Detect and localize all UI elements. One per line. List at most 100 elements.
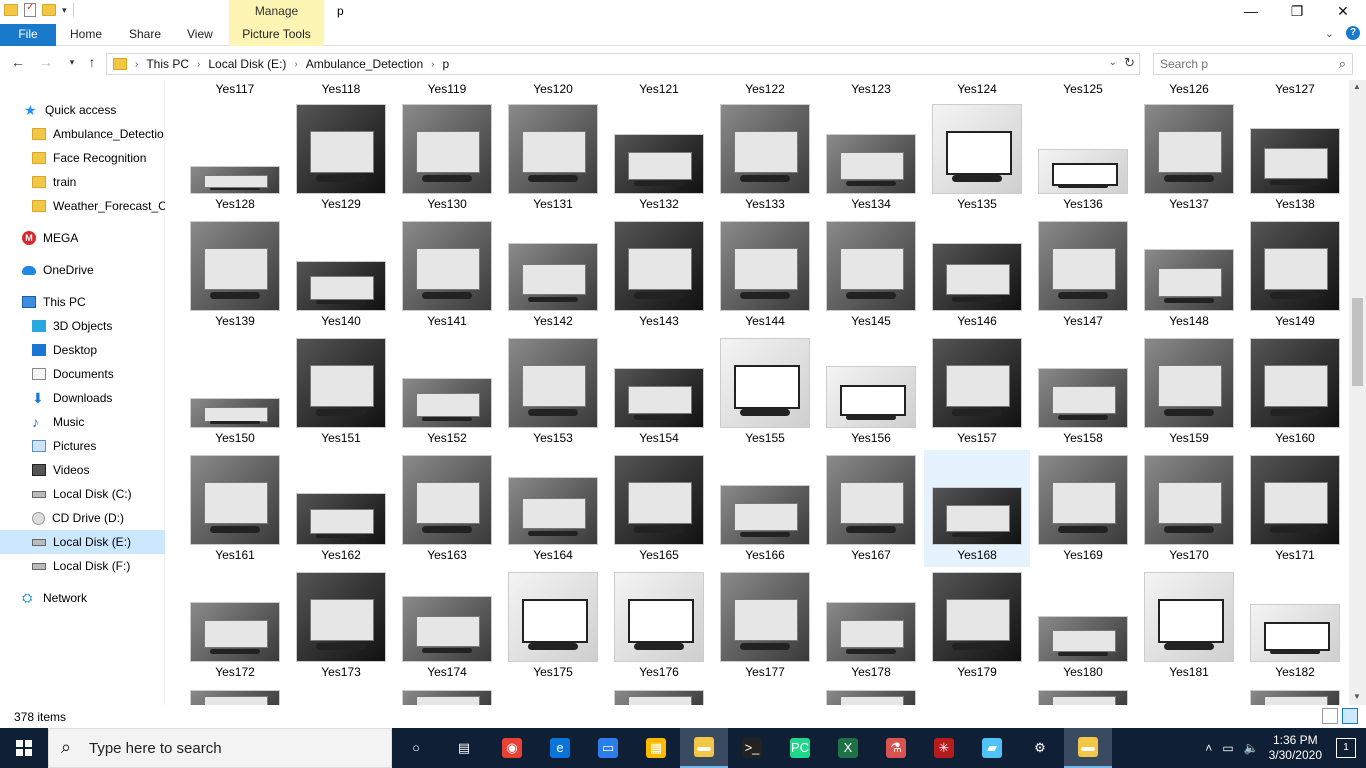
nav-item[interactable]: Ambulance_Detectio — [0, 122, 165, 146]
file-tile[interactable]: Yes150 — [182, 333, 288, 450]
file-label[interactable]: Yes121 — [606, 82, 712, 96]
file-tile[interactable]: Yes159 — [1136, 333, 1242, 450]
tab-view[interactable]: View — [187, 24, 213, 46]
breadcrumb-ambulance-detection[interactable]: Ambulance_Detection — [306, 57, 423, 72]
file-tile[interactable]: Yes164 — [500, 450, 606, 567]
nav-item[interactable]: Desktop — [0, 338, 165, 362]
image-thumbnail[interactable] — [402, 378, 492, 428]
file-tile[interactable]: Yes179 — [924, 567, 1030, 684]
file-label[interactable]: Yes146 — [924, 314, 1030, 328]
image-thumbnail[interactable] — [1038, 368, 1128, 428]
recent-locations-chevron-icon[interactable]: ▾ — [62, 57, 82, 68]
image-thumbnail[interactable] — [508, 243, 598, 311]
image-thumbnail[interactable] — [296, 493, 386, 545]
file-label[interactable]: Yes137 — [1136, 197, 1242, 211]
file-tile[interactable]: Yes144 — [712, 216, 818, 333]
image-thumbnail[interactable] — [932, 572, 1022, 662]
image-thumbnail[interactable] — [1250, 128, 1340, 194]
file-label[interactable]: Yes174 — [394, 665, 500, 679]
file-label[interactable]: Yes181 — [1136, 665, 1242, 679]
image-thumbnail[interactable] — [508, 338, 598, 428]
nav-item[interactable]: ⬇ Downloads — [0, 386, 165, 410]
nav-item[interactable]: Local Disk (E:) — [0, 530, 165, 554]
file-label[interactable]: Yes155 — [712, 431, 818, 445]
file-label[interactable]: Yes165 — [606, 548, 712, 562]
network-share-taskbar-button[interactable]: ▭ — [584, 728, 632, 768]
file-tile[interactable]: Yes136 — [1030, 99, 1136, 216]
file-label[interactable]: Yes157 — [924, 431, 1030, 445]
nav-item[interactable]: ★ Quick access — [0, 98, 165, 122]
image-thumbnail[interactable] — [190, 690, 280, 705]
file-label[interactable]: Yes164 — [500, 548, 606, 562]
file-tile[interactable]: Yes168 — [924, 450, 1030, 567]
image-thumbnail[interactable] — [402, 104, 492, 194]
taskbar-search[interactable]: ⌕ Type here to search — [48, 728, 392, 768]
file-label[interactable]: Yes178 — [818, 665, 924, 679]
tab-share[interactable]: Share — [129, 24, 161, 46]
breadcrumb-this-pc[interactable]: This PC — [146, 57, 189, 72]
file-tile[interactable]: Yes153 — [500, 333, 606, 450]
image-thumbnail[interactable] — [190, 166, 280, 194]
nav-item[interactable]: Weather_Forecast_Cr — [0, 194, 165, 218]
file-label[interactable]: Yes176 — [606, 665, 712, 679]
file-label[interactable]: Yes167 — [818, 548, 924, 562]
file-label[interactable]: Yes175 — [500, 665, 606, 679]
image-thumbnail[interactable] — [296, 572, 386, 662]
nav-item[interactable]: ⛭ Network — [0, 586, 165, 610]
file-label[interactable]: Yes127 — [1242, 82, 1348, 96]
file-tile[interactable]: Yes166 — [712, 450, 818, 567]
image-thumbnail[interactable] — [508, 477, 598, 545]
file-label[interactable]: Yes144 — [712, 314, 818, 328]
file-tile[interactable]: Yes175 — [500, 567, 606, 684]
battery-icon[interactable]: ▭ — [1222, 741, 1233, 755]
file-explorer-taskbar-button[interactable]: ▬ — [680, 728, 728, 768]
file-label[interactable]: Yes177 — [712, 665, 818, 679]
maximize-button[interactable]: ❐ — [1274, 0, 1320, 24]
file-label[interactable]: Yes147 — [1030, 314, 1136, 328]
nav-item[interactable]: Face Recognition — [0, 146, 165, 170]
file-tile[interactable]: Yes158 — [1030, 333, 1136, 450]
close-button[interactable]: ✕ — [1320, 0, 1366, 24]
nav-item[interactable]: ♪ Music — [0, 410, 165, 434]
file-label[interactable]: Yes156 — [818, 431, 924, 445]
file-tile[interactable]: Yes156 — [818, 333, 924, 450]
file-label[interactable]: Yes136 — [1030, 197, 1136, 211]
file-label[interactable]: Yes141 — [394, 314, 500, 328]
start-button[interactable] — [0, 728, 48, 768]
image-thumbnail[interactable] — [614, 572, 704, 662]
nav-item[interactable]: OneDrive — [0, 258, 165, 282]
forward-arrow-icon[interactable]: → — [36, 54, 56, 70]
edge-taskbar-button[interactable]: e — [536, 728, 584, 768]
large-icons-view-icon[interactable] — [1342, 708, 1358, 724]
image-thumbnail[interactable] — [402, 455, 492, 545]
image-thumbnail[interactable] — [190, 602, 280, 662]
file-label[interactable]: Yes117 — [182, 82, 288, 96]
file-tile[interactable]: Yes162 — [288, 450, 394, 567]
file-label[interactable]: Yes169 — [1030, 548, 1136, 562]
search-icon[interactable]: ⌕ — [1339, 56, 1346, 72]
image-thumbnail[interactable] — [402, 690, 492, 705]
image-thumbnail[interactable] — [614, 455, 704, 545]
file-label[interactable]: Yes182 — [1242, 665, 1348, 679]
file-label[interactable]: Yes148 — [1136, 314, 1242, 328]
file-tile[interactable]: Yes137 — [1136, 99, 1242, 216]
file-label[interactable]: Yes119 — [394, 82, 500, 96]
image-thumbnail[interactable] — [508, 104, 598, 194]
minimize-button[interactable]: — — [1228, 0, 1274, 24]
address-bar[interactable]: › This PC › Local Disk (E:) › Ambulance_… — [106, 53, 1140, 75]
file-tile[interactable]: Yes147 — [1030, 216, 1136, 333]
file-label[interactable]: Yes131 — [500, 197, 606, 211]
image-thumbnail[interactable] — [1038, 221, 1128, 311]
file-label[interactable]: Yes140 — [288, 314, 394, 328]
image-thumbnail[interactable] — [1144, 572, 1234, 662]
settings-taskbar-button[interactable]: ⚙ — [1016, 728, 1064, 768]
file-label[interactable]: Yes126 — [1136, 82, 1242, 96]
file-label[interactable]: Yes134 — [818, 197, 924, 211]
file-tile[interactable]: Yes128 — [182, 99, 288, 216]
file-label[interactable]: Yes163 — [394, 548, 500, 562]
notes-taskbar-button[interactable]: ▰ — [968, 728, 1016, 768]
file-label[interactable]: Yes145 — [818, 314, 924, 328]
file-tile[interactable]: Yes171 — [1242, 450, 1348, 567]
file-tile[interactable]: Yes160 — [1242, 333, 1348, 450]
excel-taskbar-button[interactable]: X — [824, 728, 872, 768]
